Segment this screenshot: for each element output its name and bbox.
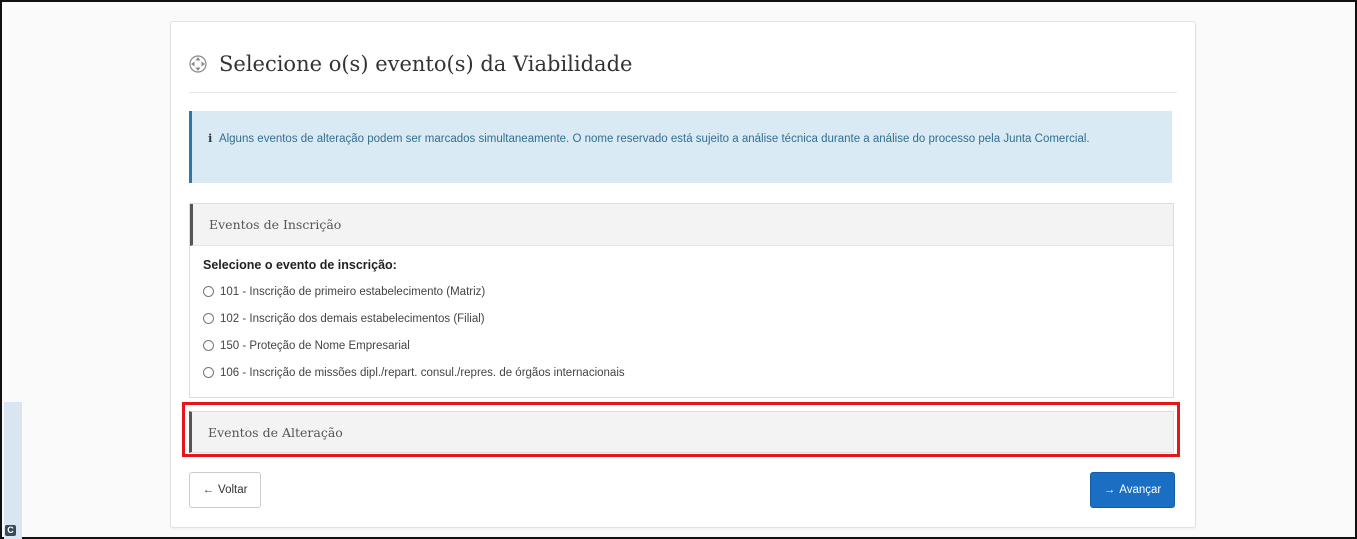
select-event-label: Selecione o evento de inscrição: [203, 258, 397, 272]
background-decoration [4, 402, 22, 539]
next-button[interactable]: → Avançar [1090, 472, 1175, 508]
panel-heading-inscricao[interactable]: Eventos de Inscrição [190, 204, 1173, 246]
page-title: Selecione o(s) evento(s) da Viabilidade [189, 46, 632, 82]
radio-button[interactable] [203, 313, 214, 324]
title-divider [189, 92, 1177, 93]
radio-label[interactable]: 101 - Inscrição de primeiro estabelecime… [220, 286, 485, 298]
move-icon [189, 55, 207, 73]
info-alert-text: Alguns eventos de alteração podem ser ma… [218, 133, 1090, 145]
arrow-right-icon: → [1103, 484, 1116, 496]
next-button-label: Avançar [1119, 484, 1162, 496]
radio-label[interactable]: 102 - Inscrição dos demais estabelecimen… [220, 313, 485, 325]
back-button[interactable]: ← Voltar [189, 472, 261, 508]
radio-option-102[interactable]: 102 - Inscrição dos demais estabelecimen… [203, 305, 1173, 332]
radio-label[interactable]: 106 - Inscrição de missões dipl./repart.… [220, 367, 625, 379]
radio-option-150[interactable]: 150 - Proteção de Nome Empresarial [203, 332, 1173, 359]
info-alert: i Alguns eventos de alteração podem ser … [189, 111, 1172, 183]
radio-button[interactable] [203, 367, 214, 378]
screen-frame: Selecione o(s) evento(s) da Viabilidade … [0, 0, 1357, 539]
extension-icon[interactable]: C [5, 525, 16, 536]
viabilidade-card: Selecione o(s) evento(s) da Viabilidade … [170, 21, 1196, 528]
radio-button[interactable] [203, 286, 214, 297]
back-button-label: Voltar [218, 484, 248, 496]
panel-eventos-alteracao: Eventos de Alteração [189, 411, 1174, 453]
page-title-text: Selecione o(s) evento(s) da Viabilidade [219, 52, 633, 76]
radio-button[interactable] [203, 340, 214, 351]
panel-heading-alteracao[interactable]: Eventos de Alteração [189, 411, 1174, 453]
panel-body-inscricao: Selecione o evento de inscrição: 101 - I… [190, 246, 1173, 386]
info-icon: i [208, 131, 213, 145]
radio-label[interactable]: 150 - Proteção de Nome Empresarial [220, 340, 410, 352]
arrow-left-icon: ← [202, 484, 215, 496]
radio-option-101[interactable]: 101 - Inscrição de primeiro estabelecime… [203, 278, 1173, 305]
radio-option-106[interactable]: 106 - Inscrição de missões dipl./repart.… [203, 359, 1173, 386]
panel-eventos-inscricao: Eventos de Inscrição Selecione o evento … [189, 203, 1174, 398]
